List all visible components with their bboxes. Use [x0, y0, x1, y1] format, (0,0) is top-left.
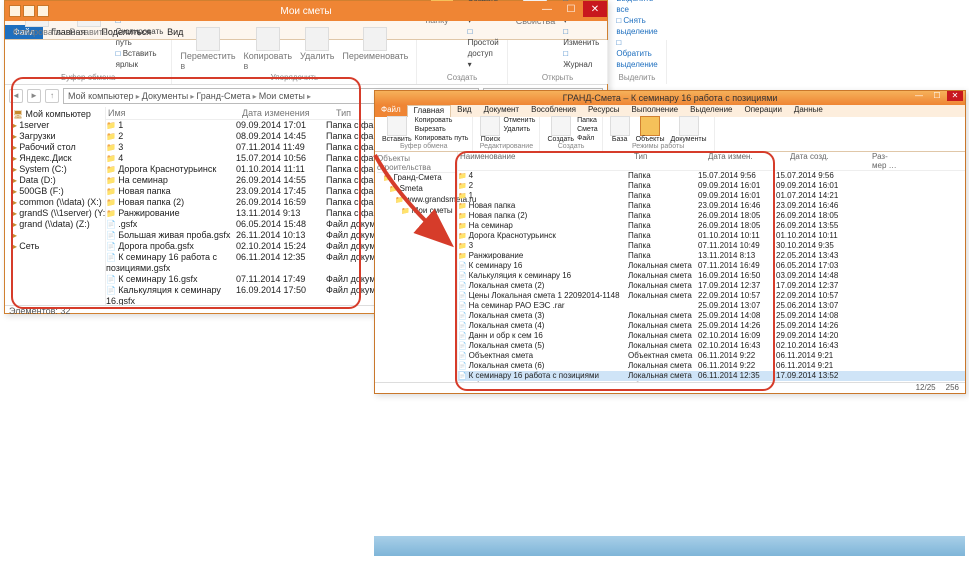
table-row[interactable]: 4Папка15.07.2014 9:5615.07.2014 9:56 — [458, 171, 965, 181]
gs-cut-button[interactable]: Вырезать — [415, 125, 469, 134]
table-row[interactable]: К семинару 16 работа с позициямиЛокальна… — [458, 371, 965, 381]
tree-node[interactable]: Smeta — [377, 184, 455, 195]
gs-copy-button[interactable]: Копировать — [415, 116, 469, 125]
table-row[interactable]: Локальная смета (3)Локальная смета25.09.… — [458, 311, 965, 321]
table-row[interactable]: Цены Локальная смета 1 22092014-1148Лока… — [458, 291, 965, 301]
tree-node[interactable]: Гранд-Смета — [377, 173, 455, 184]
tree-node[interactable]: Яндекс.Диск — [7, 153, 103, 164]
qat-icon[interactable] — [9, 5, 21, 17]
delete-button[interactable]: Удалить — [296, 27, 338, 71]
tree-node[interactable]: common (\\data) (X:) — [7, 197, 103, 208]
table-row[interactable]: Калькуляция к семинару 16Локальная смета… — [458, 271, 965, 281]
bottom-strip — [374, 536, 965, 556]
tree-node[interactable]: 500GB (F:) — [7, 186, 103, 197]
gs-delete-button[interactable]: Удалить — [503, 125, 535, 134]
tree-node[interactable]: grand (\\data) (Z:) — [7, 219, 103, 230]
maximize-button[interactable]: ☐ — [929, 91, 945, 101]
explorer-titlebar[interactable]: Мои сметы — ☐ ✕ — [5, 1, 607, 21]
table-row[interactable]: РанжированиеПапка13.11.2014 8:1322.05.20… — [458, 251, 965, 261]
tree-node[interactable]: Сеть — [7, 241, 103, 252]
table-row[interactable]: На семинарПапка26.09.2014 18:0526.09.201… — [458, 221, 965, 231]
back-button[interactable]: ◄ — [9, 89, 23, 103]
maximize-button[interactable]: ☐ — [559, 1, 583, 17]
table-row[interactable]: Объектная сметаОбъектная смета06.11.2014… — [458, 351, 965, 361]
gs-db-button[interactable]: База — [607, 116, 633, 143]
table-row[interactable]: 3Папка07.11.2014 10:4930.10.2014 9:35 — [458, 241, 965, 251]
table-row[interactable]: 2Папка09.09.2014 16:0109.09.2014 16:01 — [458, 181, 965, 191]
rename-button[interactable]: Переименовать — [338, 27, 412, 71]
table-row[interactable]: Дорога КраснотурьинскПапка01.10.2014 10:… — [458, 231, 965, 241]
table-row[interactable]: Локальная смета (2)Локальная смета17.09.… — [458, 281, 965, 291]
table-row[interactable]: К семинару 16Локальная смета07.11.2014 1… — [458, 261, 965, 271]
explorer-title: Мои сметы — [5, 6, 607, 17]
gs-object-list[interactable]: Наименование Тип Дата измен. Дата созд. … — [458, 152, 965, 382]
gs-undo-button[interactable]: Отменить — [503, 116, 535, 125]
gs-copypath-button[interactable]: Копировать путь — [415, 134, 469, 143]
gs-search-button[interactable]: Поиск — [477, 116, 503, 143]
up-button[interactable]: ↑ — [45, 89, 59, 103]
gs-create-button[interactable]: Создать — [544, 116, 577, 143]
tree-node[interactable]: Data (D:) — [7, 175, 103, 186]
gs-docs-button[interactable]: Документы — [668, 116, 710, 143]
minimize-button[interactable]: — — [535, 1, 559, 17]
select-options[interactable]: Выделить все Снять выделение Обратить вы… — [612, 0, 661, 71]
qat-icon[interactable] — [23, 5, 35, 17]
gs-title: ГРАНД-Смета – К семинару 16 работа с поз… — [375, 93, 965, 103]
gs-status-bar: 12/25 256 — [375, 382, 965, 395]
gs-paste-button[interactable]: Вставить — [379, 116, 415, 143]
table-row[interactable]: Объектная сметаОбъектная смета06.11.2014… — [458, 381, 965, 382]
gs-tab[interactable]: Операции — [739, 105, 788, 117]
gs-new-estimate-button[interactable]: Смета — [577, 125, 598, 134]
table-row[interactable]: Данн и обр к сем 16Локальная смета02.10.… — [458, 331, 965, 341]
close-button[interactable]: ✕ — [583, 1, 607, 17]
tree-node[interactable]: Рабочий стол — [7, 142, 103, 153]
explorer-nav-tree[interactable]: Мой компьютер1serverЗагрузкиРабочий стол… — [5, 107, 106, 305]
tree-node[interactable]: Мой компьютер — [7, 109, 103, 120]
table-row[interactable]: Новая папкаПапка23.09.2014 16:4623.09.20… — [458, 201, 965, 211]
table-row[interactable]: Новая папка (2)Папка26.09.2014 18:0526.0… — [458, 211, 965, 221]
move-button[interactable]: Переместить в — [176, 27, 239, 71]
explorer-ribbon: Копировать Вставить Вырезать Скопировать… — [5, 40, 607, 85]
table-row[interactable]: Локальная смета (5)Локальная смета02.10.… — [458, 341, 965, 351]
copy-to-button[interactable]: Копировать в — [240, 27, 296, 71]
tree-node[interactable]: System (C:) — [7, 164, 103, 175]
gs-tab[interactable]: Данные — [788, 105, 829, 117]
table-row[interactable]: На семинар РАО ЕЭС .rar25.09.2014 13:072… — [458, 301, 965, 311]
gs-ribbon: Вставить Копировать Вырезать Копировать … — [375, 117, 965, 152]
gs-titlebar[interactable]: ГРАНД-Смета – К семинару 16 работа с поз… — [375, 91, 965, 105]
table-row[interactable]: 1Папка09.09.2014 16:0101.07.2014 14:21 — [458, 191, 965, 201]
minimize-button[interactable]: — — [911, 91, 927, 101]
tree-node[interactable]: Мои сметы — [377, 206, 455, 217]
table-row[interactable]: Локальная смета (6)Локальная смета06.11.… — [458, 361, 965, 371]
tree-node[interactable]: Загрузки — [7, 131, 103, 142]
gs-new-folder-button[interactable]: Папка — [577, 116, 598, 125]
tree-node[interactable]: www.grandsmeta.ru — [377, 195, 455, 206]
close-button[interactable]: ✕ — [947, 91, 963, 101]
gs-nav-tree[interactable]: Объекты строительства Гранд-СметаSmetaww… — [375, 152, 458, 382]
gs-new-file-button[interactable]: Файл — [577, 134, 598, 143]
table-row[interactable]: Локальная смета (4)Локальная смета25.09.… — [458, 321, 965, 331]
list-header[interactable]: Наименование Тип Дата измен. Дата созд. … — [458, 152, 965, 171]
forward-button[interactable]: ► — [27, 89, 41, 103]
grandsmeta-window: ГРАНД-Смета – К семинару 16 работа с поз… — [374, 90, 966, 394]
tree-node[interactable] — [7, 230, 103, 241]
tree-node[interactable]: grandS (\\1server) (Y:) — [7, 208, 103, 219]
qat-icon[interactable] — [37, 5, 49, 17]
tree-node[interactable]: 1server — [7, 120, 103, 131]
gs-objects-button[interactable]: Объекты — [633, 116, 668, 143]
